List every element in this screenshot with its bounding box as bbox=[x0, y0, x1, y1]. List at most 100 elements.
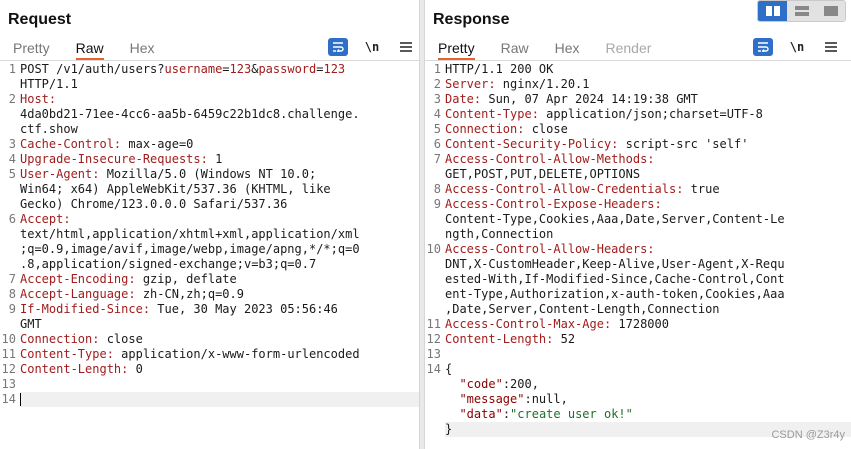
tab-raw[interactable]: Raw bbox=[75, 37, 104, 61]
line-number: 13 bbox=[426, 347, 441, 361]
tab-render[interactable]: Render bbox=[606, 37, 652, 61]
token: Mozilla/5.0 (Windows NT 10.0; bbox=[99, 167, 317, 181]
line-number: 7 bbox=[8, 272, 16, 286]
request-editor[interactable]: 1 POST /v1/auth/users?username=123&passwo… bbox=[0, 62, 419, 449]
token: ent-Type,Authorization,x-auth-token,Cook… bbox=[445, 287, 785, 301]
line-number: 5 bbox=[433, 122, 441, 136]
line-content: { bbox=[445, 362, 851, 377]
code-line: DNT,X-CustomHeader,Keep-Alive,User-Agent… bbox=[425, 257, 851, 272]
tab-pretty[interactable]: Pretty bbox=[13, 37, 50, 61]
code-line: 3 Cache-Control: max-age=0 bbox=[0, 137, 419, 152]
token: Accept-Language: bbox=[20, 287, 136, 301]
tab-hex[interactable]: Hex bbox=[555, 37, 580, 61]
line-number: 14 bbox=[426, 362, 441, 376]
token: HTTP/1.1 200 OK bbox=[445, 62, 554, 76]
token: Upgrade-Insecure-Requests: bbox=[20, 152, 208, 166]
line-content: Accept-Language: zh-CN,zh;q=0.9 bbox=[20, 287, 419, 302]
line-content: Cache-Control: max-age=0 bbox=[20, 137, 419, 152]
token: { bbox=[445, 362, 453, 376]
token: DNT,X-CustomHeader,Keep-Alive,User-Agent… bbox=[445, 257, 785, 271]
line-number: 10 bbox=[1, 332, 16, 346]
token: Cache-Control: bbox=[20, 137, 122, 151]
newline-toggle-button[interactable]: \n bbox=[362, 38, 382, 56]
line-number: 2 bbox=[433, 77, 441, 91]
line-number: 6 bbox=[8, 212, 16, 226]
line-number bbox=[425, 272, 445, 287]
line-number bbox=[0, 257, 20, 272]
token: Win64; x64) AppleWebKit/537.36 (KHTML, l… bbox=[20, 182, 331, 196]
code-line: Content-Type,Cookies,Aaa,Date,Server,Con… bbox=[425, 212, 851, 227]
code-line: GET,POST,PUT,DELETE,OPTIONS bbox=[425, 167, 851, 182]
line-number: 12 bbox=[1, 362, 16, 376]
line-content: GMT bbox=[20, 317, 419, 332]
hamburger-menu-icon[interactable] bbox=[821, 38, 841, 56]
line-number bbox=[425, 227, 445, 242]
token: "code" bbox=[459, 377, 503, 391]
token: Server: bbox=[445, 77, 496, 91]
line-number: 11 bbox=[426, 317, 441, 331]
line-number bbox=[0, 77, 20, 92]
wrap-lines-icon[interactable] bbox=[753, 38, 773, 56]
code-line: 8 Accept-Language: zh-CN,zh;q=0.9 bbox=[0, 287, 419, 302]
tab-raw[interactable]: Raw bbox=[501, 37, 529, 61]
line-number: 4 bbox=[8, 152, 16, 166]
code-line: 8 Access-Control-Allow-Credentials: true bbox=[425, 182, 851, 197]
code-line: 1 HTTP/1.1 200 OK bbox=[425, 62, 851, 77]
split-vertical-icon[interactable] bbox=[787, 1, 816, 21]
line-number bbox=[425, 212, 445, 227]
code-line: 7 Accept-Encoding: gzip, deflate bbox=[0, 272, 419, 287]
token: Access-Control-Expose-Headers: bbox=[445, 197, 662, 211]
line-content: Content-Length: 52 bbox=[445, 332, 851, 347]
line-content: "code":200, bbox=[445, 377, 851, 392]
line-content: Content-Type: application/x-www-form-url… bbox=[20, 347, 419, 362]
response-editor[interactable]: 1 HTTP/1.1 200 OK 2 Server: nginx/1.20.1 3 Da… bbox=[425, 62, 851, 449]
token: ;q=0.9,image/avif,image/webp,image/apng,… bbox=[20, 242, 360, 256]
code-line: 2 Server: nginx/1.20.1 bbox=[425, 77, 851, 92]
token: Content-Security-Policy: bbox=[445, 137, 619, 151]
token: HTTP/1.1 bbox=[20, 77, 78, 91]
code-line: text/html,application/xhtml+xml,applicat… bbox=[0, 227, 419, 242]
wrap-lines-icon[interactable] bbox=[328, 38, 348, 56]
line-content: Connection: close bbox=[445, 122, 851, 137]
newline-toggle-button[interactable]: \n bbox=[787, 38, 807, 56]
line-content: Accept-Encoding: gzip, deflate bbox=[20, 272, 419, 287]
line-number: 8 bbox=[8, 287, 16, 301]
token: } bbox=[445, 422, 453, 436]
line-content: Accept: bbox=[20, 212, 419, 227]
line-content: Content-Length: 0 bbox=[20, 362, 419, 377]
line-number bbox=[425, 287, 445, 302]
token: zh-CN,zh;q=0.9 bbox=[135, 287, 244, 301]
line-content: POST /v1/auth/users?username=123&passwor… bbox=[20, 62, 419, 77]
line-content bbox=[20, 377, 419, 392]
line-content: Host: bbox=[20, 92, 419, 107]
code-line: ent-Type,Authorization,x-auth-token,Cook… bbox=[425, 287, 851, 302]
tab-pretty[interactable]: Pretty bbox=[438, 37, 475, 61]
line-number: 7 bbox=[433, 152, 441, 166]
token: Accept-Encoding: bbox=[20, 272, 136, 286]
code-line: HTTP/1.1 bbox=[0, 77, 419, 92]
line-number bbox=[0, 197, 20, 212]
request-toolbar: \n bbox=[328, 38, 419, 56]
code-line: 4 Upgrade-Insecure-Requests: 1 bbox=[0, 152, 419, 167]
token: Access-Control-Allow-Methods: bbox=[445, 152, 655, 166]
token: POST /v1/auth/users? bbox=[20, 62, 165, 76]
response-tabs: Pretty Raw Hex Render bbox=[425, 37, 664, 61]
single-pane-icon[interactable] bbox=[816, 1, 845, 21]
text-caret bbox=[20, 393, 21, 406]
token: 123 bbox=[229, 62, 252, 76]
split-horizontal-icon[interactable] bbox=[758, 1, 787, 21]
tab-hex[interactable]: Hex bbox=[130, 37, 155, 61]
token: 1 bbox=[207, 152, 223, 166]
code-line: 5 Connection: close bbox=[425, 122, 851, 137]
line-number: 3 bbox=[8, 137, 16, 151]
hamburger-menu-icon[interactable] bbox=[396, 38, 416, 56]
line-number: 14 bbox=[1, 392, 16, 406]
line-number bbox=[0, 242, 20, 257]
token: Accept: bbox=[20, 212, 71, 226]
token: script-src 'self' bbox=[618, 137, 749, 151]
request-title: Request bbox=[8, 11, 72, 28]
code-line: 4 Content-Type: application/json;charset=… bbox=[425, 107, 851, 122]
token: text/html,application/xhtml+xml,applicat… bbox=[20, 227, 360, 241]
line-content: If-Modified-Since: Tue, 30 May 2023 05:5… bbox=[20, 302, 419, 317]
